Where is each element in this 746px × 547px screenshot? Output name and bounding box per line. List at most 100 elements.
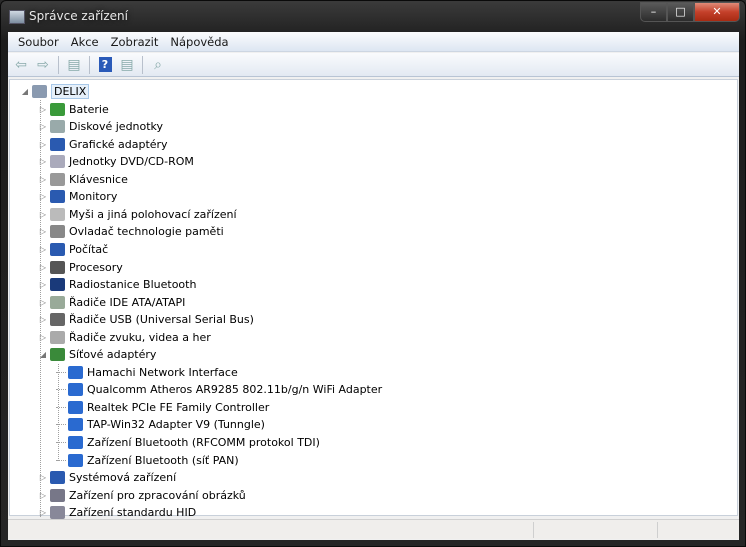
network-adapter-icon xyxy=(68,400,83,414)
device-category-icon xyxy=(50,278,65,292)
client-area: Soubor Akce Zobrazit Nápověda ⇦ ⇨ ▤? ▤ ⌕ ◢ DE… xyxy=(8,32,739,540)
tree-item-label: Jednotky DVD/CD-ROM xyxy=(69,155,194,169)
window-title: Správce zařízení xyxy=(29,9,128,23)
device-category-icon xyxy=(50,260,65,274)
computer-icon xyxy=(32,85,47,98)
device-tree[interactable]: ◢ DELIX ▷ Baterie ▷ Diskové jednotky ▷ Grafické… xyxy=(9,79,738,520)
tree-item-label: Radiostanice Bluetooth xyxy=(69,278,197,292)
scan-hardware-icon: ⌕ xyxy=(154,56,162,73)
device-category-icon xyxy=(50,172,65,186)
tree-item-label: Grafické adaptéry xyxy=(69,137,168,151)
maximize-button[interactable]: □ xyxy=(667,2,694,22)
collapse-arrow-icon[interactable]: ◢ xyxy=(20,87,30,96)
forward-button[interactable]: ⇨ xyxy=(34,56,52,74)
tree-item-label: Ovladač technologie paměti xyxy=(69,225,224,239)
tree-category[interactable]: ▷ Zařízení pro zpracování obrázků xyxy=(38,487,246,504)
menu-soubor[interactable]: Soubor xyxy=(12,32,65,51)
tree-device[interactable]: Qualcomm Atheros AR9285 802.11b/g/n WiFi… xyxy=(56,381,382,398)
properties-icon: ▤ xyxy=(120,56,134,73)
title-bar[interactable]: Správce zařízení – □ ✕ xyxy=(1,1,746,31)
tree-category[interactable]: ▷ Řadiče USB (Universal Serial Bus) xyxy=(38,311,254,328)
tree-item-label: Monitory xyxy=(69,190,118,204)
device-category-icon xyxy=(50,242,65,256)
back-icon: ⇦ xyxy=(15,56,27,73)
tree-category[interactable]: ▷ Procesory xyxy=(38,259,123,276)
tree-item-label: Zařízení pro zpracování obrázků xyxy=(69,488,246,502)
back-button[interactable]: ⇦ xyxy=(12,56,30,74)
tree-category[interactable]: ▷ Systémová zařízení xyxy=(38,469,176,486)
device-category-icon xyxy=(50,506,65,520)
help-icon: ? xyxy=(98,57,112,72)
tree-category[interactable]: ▷ Grafické adaptéry xyxy=(38,136,168,153)
tree-device[interactable]: Hamachi Network Interface xyxy=(56,364,238,381)
tree-category[interactable]: ▷ Počítač xyxy=(38,241,108,258)
network-adapter-icon xyxy=(68,365,83,379)
device-category-icon xyxy=(50,102,65,116)
device-category-icon xyxy=(50,190,65,204)
tree-category[interactable]: ▷ Řadiče IDE ATA/ATAPI xyxy=(38,294,185,311)
tree-item-label: Procesory xyxy=(69,260,123,274)
tree-item-label: Zařízení Bluetooth (síť PAN) xyxy=(87,453,239,467)
tree-guide-line xyxy=(40,100,41,517)
menu-bar: Soubor Akce Zobrazit Nápověda xyxy=(8,32,739,52)
tree-item-label: Baterie xyxy=(69,102,109,116)
tree-item-label: Qualcomm Atheros AR9285 802.11b/g/n WiFi… xyxy=(87,383,383,397)
tree-device[interactable]: Zařízení Bluetooth (RFCOMM protokol TDI) xyxy=(56,434,320,451)
tree-category[interactable]: ◢ Síťové adaptéry xyxy=(38,346,156,363)
menu-zobrazit[interactable]: Zobrazit xyxy=(105,32,165,51)
tree-item-label: Počítač xyxy=(69,242,109,256)
minimize-button[interactable]: – xyxy=(640,2,667,22)
tree-item-label: DELIX xyxy=(51,84,90,99)
tree-item-label: Síťové adaptéry xyxy=(69,348,157,362)
scan-hardware-button[interactable]: ⌕ xyxy=(149,56,167,74)
tree-category[interactable]: ▷ Ovladač technologie paměti xyxy=(38,223,224,240)
tree-item-label: Zařízení standardu HID xyxy=(69,506,197,520)
tree-connector xyxy=(56,364,66,373)
device-category-icon xyxy=(50,207,65,221)
tree-device[interactable]: TAP-Win32 Adapter V9 (Tunngle) xyxy=(56,416,265,433)
tree-connector xyxy=(56,416,66,426)
tree-item-label: Realtek PCIe FE Family Controller xyxy=(87,400,270,414)
tree-item-label: Klávesnice xyxy=(69,172,128,186)
device-category-icon xyxy=(50,137,65,151)
toolbar-separator xyxy=(89,55,90,74)
help-button[interactable]: ? xyxy=(96,56,114,74)
tree-category[interactable]: ▷ Klávesnice xyxy=(38,171,128,188)
status-divider xyxy=(657,522,658,538)
tree-device[interactable]: Realtek PCIe FE Family Controller xyxy=(56,399,269,416)
tree-category[interactable]: ▷ Řadiče zvuku, videa a her xyxy=(38,329,211,346)
tree-connector xyxy=(56,399,66,408)
forward-icon: ⇨ xyxy=(37,56,49,73)
device-category-icon xyxy=(50,313,65,327)
window-frame: Správce zařízení – □ ✕ Soubor Akce Zobra… xyxy=(0,0,746,547)
tree-category[interactable]: ▷ Diskové jednotky xyxy=(38,118,163,135)
properties-button[interactable]: ▤ xyxy=(118,56,136,74)
status-divider xyxy=(533,522,534,538)
tree-item-label: Myši a jiná polohovací zařízení xyxy=(69,207,237,221)
menu-akce[interactable]: Akce xyxy=(65,32,105,51)
tree-category[interactable]: ▷ Myši a jiná polohovací zařízení xyxy=(38,206,237,223)
show-hide-console-tree-button[interactable]: ▤ xyxy=(65,56,83,74)
tree-root-delix[interactable]: ◢ DELIX xyxy=(20,83,90,100)
show-hide-console-tree-icon: ▤ xyxy=(67,56,81,73)
menu-napoveda[interactable]: Nápověda xyxy=(164,32,234,51)
toolbar-separator xyxy=(142,55,143,74)
device-category-icon xyxy=(50,120,65,134)
tree-category[interactable]: ▷ Monitory xyxy=(38,188,117,205)
tree-category[interactable]: ▷ Radiostanice Bluetooth xyxy=(38,276,196,293)
tree-item-label: Diskové jednotky xyxy=(69,120,164,134)
tree-connector xyxy=(56,452,66,461)
tree-category[interactable]: ▷ Baterie xyxy=(38,101,109,118)
device-category-icon xyxy=(50,295,65,309)
tree-category[interactable]: ▷ Jednotky DVD/CD-ROM xyxy=(38,153,194,170)
network-adapter-icon xyxy=(68,453,83,467)
tree-item-label: Zařízení Bluetooth (RFCOMM protokol TDI) xyxy=(87,436,320,449)
device-category-icon xyxy=(50,348,65,362)
tree-device[interactable]: Zařízení Bluetooth (síť PAN) xyxy=(56,452,239,469)
device-category-icon xyxy=(50,488,65,502)
toolbar-separator xyxy=(58,55,59,74)
tree-connector xyxy=(56,381,66,391)
close-button[interactable]: ✕ xyxy=(694,2,740,22)
device-category-icon xyxy=(50,471,65,485)
tree-item-label: Systémová zařízení xyxy=(69,471,177,485)
